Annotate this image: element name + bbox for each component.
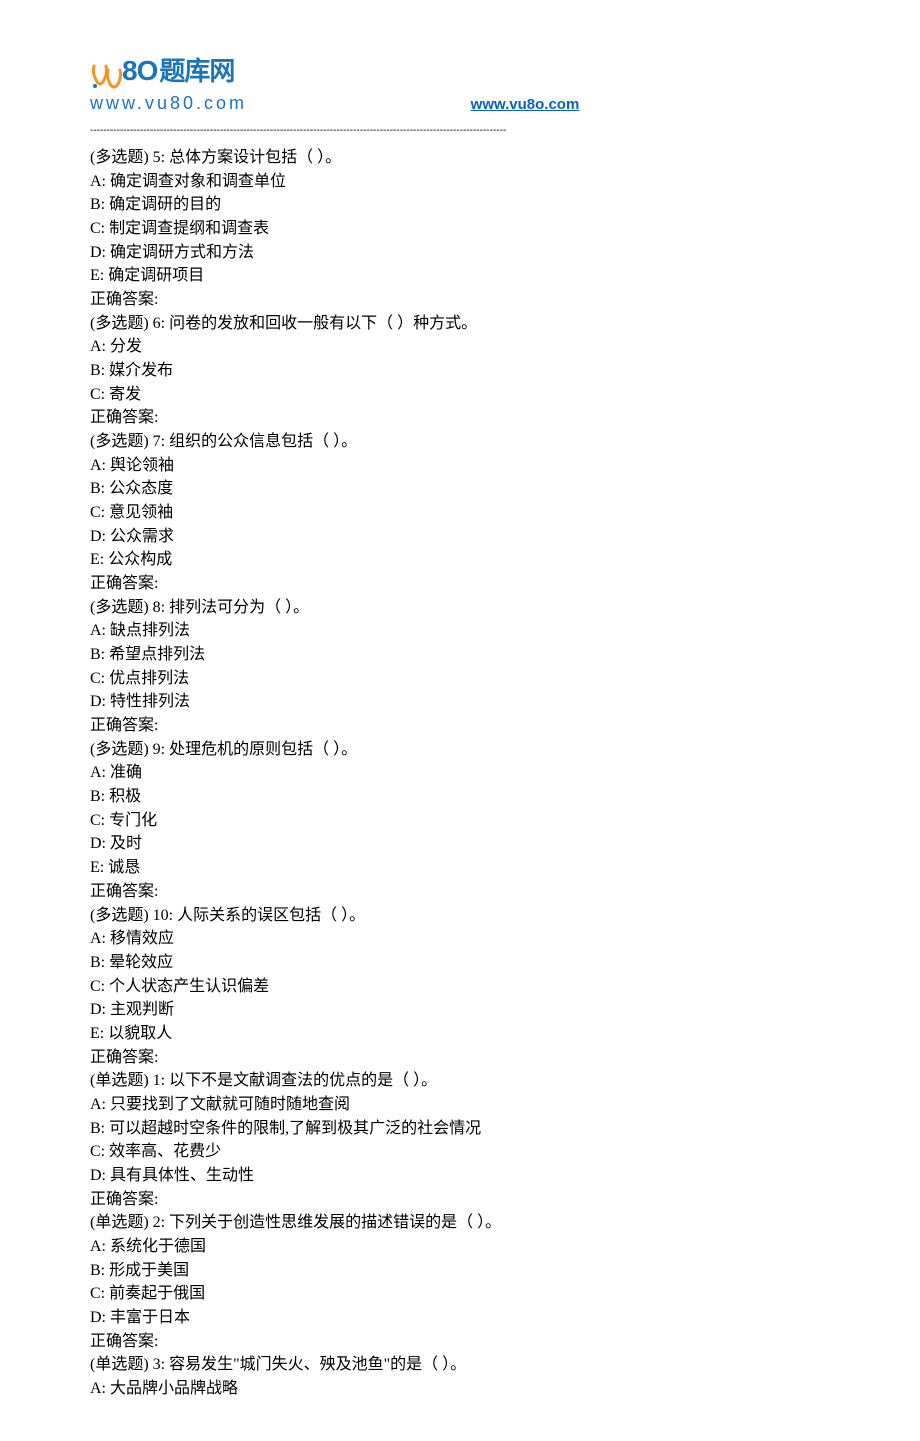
question-stem: (多选题) 7: 组织的公众信息包括（ ）。 [90,430,840,454]
question-option: B: 公众态度 [90,477,840,501]
divider-line: ----------------------------------------… [90,123,840,138]
question-option: B: 媒介发布 [90,359,840,383]
question-option: E: 以貌取人 [90,1022,840,1046]
question-option: A: 移情效应 [90,927,840,951]
answer-label: 正确答案: [90,1046,840,1070]
question-option: D: 确定调研方式和方法 [90,241,840,265]
answer-label: 正确答案: [90,572,840,596]
answer-label: 正确答案: [90,406,840,430]
question-option: B: 积极 [90,785,840,809]
question-stem: (多选题) 9: 处理危机的原则包括（ ）。 [90,738,840,762]
question-option: A: 确定调查对象和调查单位 [90,170,840,194]
question-option: C: 寄发 [90,383,840,407]
question-option: C: 制定调查提纲和调查表 [90,217,840,241]
question-option: D: 丰富于日本 [90,1306,840,1330]
question-stem: (多选题) 5: 总体方案设计包括（ ）。 [90,146,840,170]
question-option: A: 分发 [90,335,840,359]
question-option: A: 缺点排列法 [90,619,840,643]
question-option: A: 准确 [90,761,840,785]
question-option: C: 优点排列法 [90,667,840,691]
question-stem: (多选题) 6: 问卷的发放和回收一般有以下（ ）种方式。 [90,312,840,336]
question-option: A: 大品牌小品牌战略 [90,1377,840,1401]
question-option: E: 确定调研项目 [90,264,840,288]
question-option: D: 特性排列法 [90,690,840,714]
question-option: C: 个人状态产生认识偏差 [90,975,840,999]
answer-label: 正确答案: [90,288,840,312]
question-option: D: 及时 [90,832,840,856]
question-stem: (单选题) 1: 以下不是文献调查法的优点的是（ ）。 [90,1069,840,1093]
questions-container: (多选题) 5: 总体方案设计包括（ ）。A: 确定调查对象和调查单位B: 确定… [90,146,840,1401]
question-option: A: 只要找到了文献就可随时随地查阅 [90,1093,840,1117]
question-option: A: 系统化于德国 [90,1235,840,1259]
question-stem: (多选题) 8: 排列法可分为（ ）。 [90,596,840,620]
question-stem: (多选题) 10: 人际关系的误区包括（ ）。 [90,904,840,928]
question-option: C: 意见领袖 [90,501,840,525]
answer-label: 正确答案: [90,1188,840,1212]
page-header: 8O题库网 www.vu80.com www.vu8o.com --------… [90,50,840,138]
logo-chinese: 题库网 [159,56,234,86]
question-stem: (单选题) 3: 容易发生"城门失火、殃及池鱼"的是（ ）。 [90,1353,840,1377]
question-option: B: 确定调研的目的 [90,193,840,217]
question-option: D: 具有具体性、生动性 [90,1164,840,1188]
question-option: E: 诚恳 [90,856,840,880]
question-option: C: 效率高、花费少 [90,1140,840,1164]
question-option: B: 晕轮效应 [90,951,840,975]
question-option: D: 公众需求 [90,525,840,549]
question-option: C: 前奏起于俄国 [90,1282,840,1306]
question-option: A: 舆论领袖 [90,454,840,478]
logo: 8O题库网 [90,50,840,92]
question-option: E: 公众构成 [90,548,840,572]
question-option: B: 希望点排列法 [90,643,840,667]
question-option: D: 主观判断 [90,998,840,1022]
question-option: B: 可以超越时空条件的限制,了解到极其广泛的社会情况 [90,1117,840,1141]
answer-label: 正确答案: [90,714,840,738]
question-option: C: 专门化 [90,809,840,833]
question-option: B: 形成于美国 [90,1259,840,1283]
answer-label: 正确答案: [90,1330,840,1354]
question-stem: (单选题) 2: 下列关于创造性思维发展的描述错误的是（ ）。 [90,1211,840,1235]
header-link[interactable]: www.vu8o.com [471,96,580,113]
answer-label: 正确答案: [90,880,840,904]
